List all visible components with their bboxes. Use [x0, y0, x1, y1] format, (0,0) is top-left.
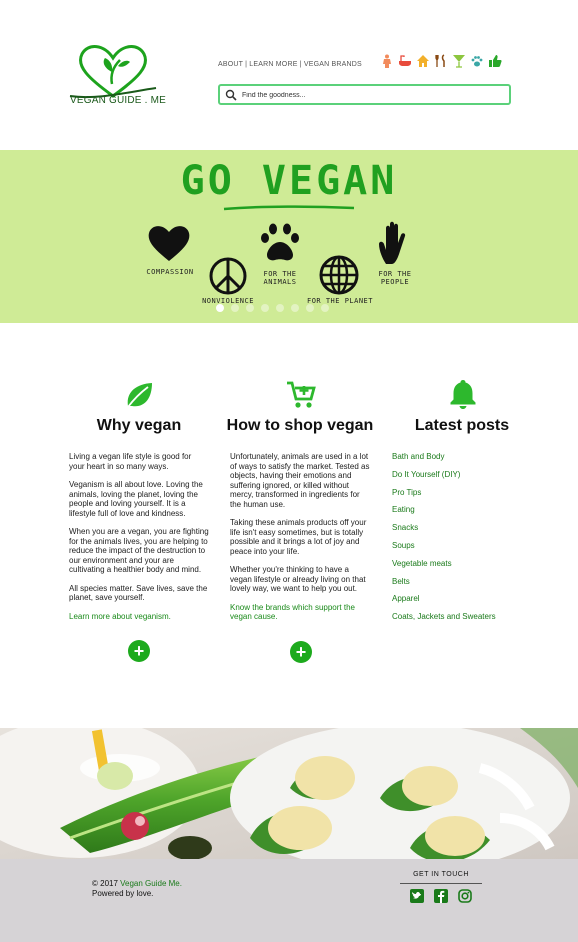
carousel-dots	[216, 304, 329, 312]
search-input[interactable]	[242, 87, 502, 103]
post-link[interactable]: Eating	[392, 505, 542, 514]
post-link[interactable]: Snacks	[392, 523, 542, 532]
why-vegan-paragraph: All species matter. Save lives, save the…	[69, 583, 208, 603]
peace-icon	[209, 257, 247, 295]
bath-icon[interactable]	[398, 54, 412, 68]
why-vegan-plus-button[interactable]: +	[128, 640, 150, 662]
carousel-dot[interactable]	[321, 304, 329, 312]
home-icon[interactable]	[416, 54, 430, 68]
hero-underline	[223, 205, 355, 211]
person-icon[interactable]	[380, 54, 394, 68]
food-photo-illustration	[0, 728, 578, 859]
bell-icon	[450, 380, 476, 409]
post-link[interactable]: Belts	[392, 577, 542, 586]
shop-vegan-title: How to shop vegan	[226, 417, 374, 434]
social-links	[410, 889, 472, 903]
dining-icon[interactable]	[434, 54, 448, 68]
post-link[interactable]: Apparel	[392, 594, 542, 603]
thumbs-up-icon[interactable]	[488, 54, 502, 68]
category-icon-row	[380, 54, 502, 68]
hero-item-compassion: COMPASSION	[146, 268, 194, 276]
why-vegan-paragraph: Living a vegan life style is good for yo…	[69, 452, 192, 471]
shop-vegan-plus-button[interactable]: +	[290, 641, 312, 663]
copyright: © 2017 Vegan Guide Me. Powered by love.	[92, 879, 182, 899]
search-box[interactable]	[218, 84, 511, 105]
post-link[interactable]: Pro Tips	[392, 488, 542, 497]
hero-item-people: FOR THE PEOPLE	[378, 270, 412, 286]
carousel-dot[interactable]	[276, 304, 284, 312]
hero-item-animals: FOR THE ANIMALS	[263, 270, 297, 286]
shop-vegan-paragraph: Taking these animals products off your l…	[230, 518, 367, 556]
leaf-icon	[127, 383, 152, 408]
logo-text: VEGAN GUIDE . ME	[70, 95, 166, 106]
carousel-dot[interactable]	[306, 304, 314, 312]
post-link[interactable]: Bath and Body	[392, 452, 542, 461]
heart-icon	[148, 226, 190, 261]
paw-icon	[261, 223, 299, 261]
why-vegan-paragraph: Veganism is all about love. Loving the a…	[69, 480, 203, 518]
food-photo	[0, 728, 578, 859]
shop-vegan-paragraph: Unfortunately, animals are used in a lot…	[230, 452, 370, 509]
instagram-icon[interactable]	[458, 889, 472, 903]
hero-title: GO VEGAN	[180, 158, 398, 204]
facebook-icon[interactable]	[434, 889, 448, 903]
carousel-dot[interactable]	[231, 304, 239, 312]
carousel-dot[interactable]	[216, 304, 224, 312]
why-vegan-paragraph: When you are a vegan, you are fighting f…	[69, 527, 209, 574]
cart-icon	[287, 381, 316, 408]
latest-posts-title: Latest posts	[414, 417, 510, 434]
carousel-dot[interactable]	[261, 304, 269, 312]
shop-vegan-body: Unfortunately, animals are used in a lot…	[230, 452, 370, 622]
top-nav-links[interactable]: ABOUT | LEARN MORE | VEGAN BRANDS	[218, 61, 362, 68]
site-header: VEGAN GUIDE . ME ABOUT | LEARN MORE | VE…	[0, 0, 578, 150]
learn-veganism-link[interactable]: Learn more about veganism.	[69, 612, 171, 621]
hero-banner: GO VEGAN COMPASSION NONVIOLENCE FOR THE …	[0, 150, 578, 323]
carousel-dot[interactable]	[291, 304, 299, 312]
globe-icon	[319, 255, 359, 295]
twitter-icon[interactable]	[410, 889, 424, 903]
post-link[interactable]: Soups	[392, 541, 542, 550]
site-footer: © 2017 Vegan Guide Me. Powered by love. …	[0, 859, 578, 942]
post-link[interactable]: Coats, Jackets and Sweaters	[392, 612, 542, 621]
cocktail-icon[interactable]	[452, 54, 466, 68]
latest-posts-list: Bath and Body Do It Yourself (DIY) Pro T…	[392, 452, 542, 630]
hand-icon	[379, 221, 406, 264]
footer-site-link[interactable]: Vegan Guide Me.	[120, 879, 182, 888]
paw-icon[interactable]	[470, 54, 484, 68]
shop-vegan-paragraph: Whether you're thinking to have a vegan …	[230, 565, 366, 593]
vegan-brands-link[interactable]: Know the brands which support the vegan …	[230, 603, 355, 622]
copyright-prefix: © 2017	[92, 879, 121, 888]
post-link[interactable]: Vegetable meats	[392, 559, 542, 568]
why-vegan-title: Why vegan	[96, 417, 182, 434]
search-icon[interactable]	[225, 89, 237, 101]
carousel-dot[interactable]	[246, 304, 254, 312]
post-link[interactable]: Do It Yourself (DIY)	[392, 470, 542, 479]
get-in-touch-heading: GET IN TOUCH	[400, 871, 482, 884]
why-vegan-body: Living a vegan life style is good for yo…	[69, 452, 209, 621]
powered-by: Powered by love.	[92, 889, 154, 898]
